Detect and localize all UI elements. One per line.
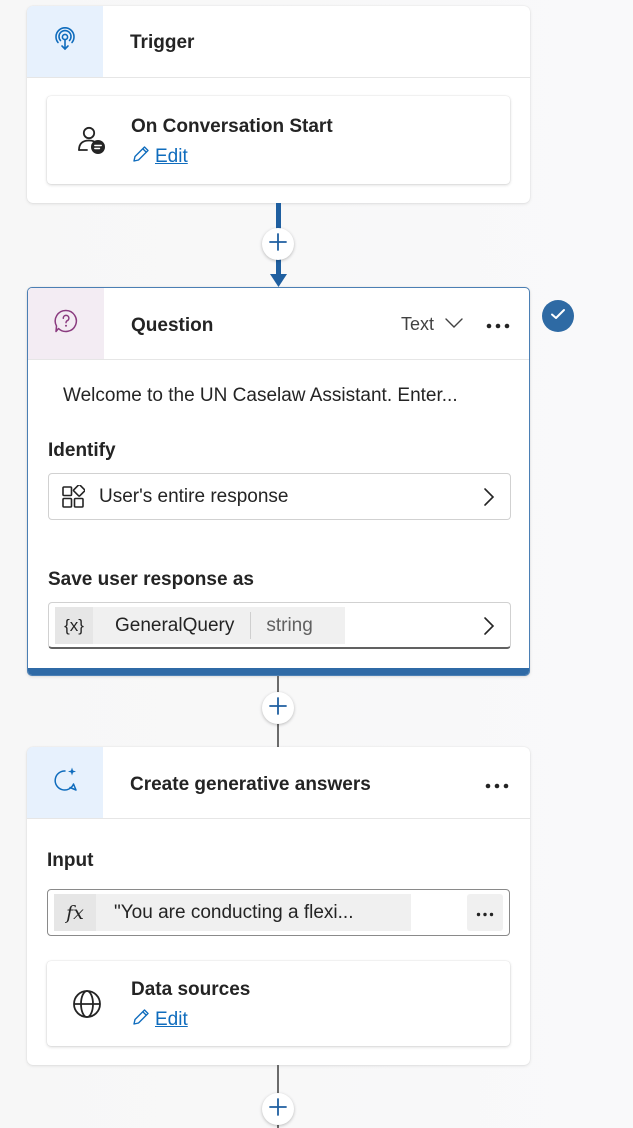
person-chat-icon [75, 123, 109, 157]
trigger-icon [52, 26, 78, 57]
question-card[interactable]: Question Text Welcome to the UN Caselaw … [27, 287, 530, 676]
data-sources-box[interactable]: Data sources Edit [47, 961, 510, 1046]
response-type-dropdown[interactable]: Text [401, 314, 464, 335]
generative-icon-tile [27, 747, 103, 818]
question-message[interactable]: Welcome to the UN Caselaw Assistant. Ent… [63, 385, 458, 407]
more-options-icon [486, 309, 510, 335]
save-variable-select[interactable]: {x} GeneralQuery string [48, 602, 511, 649]
generative-answers-card[interactable]: Create generative answers Input fx "You … [27, 747, 530, 1065]
question-icon-tile [28, 288, 104, 359]
plus-icon [268, 1097, 288, 1122]
add-node-button[interactable] [262, 228, 294, 260]
status-badge [542, 300, 574, 332]
identify-value: User's entire response [99, 486, 289, 507]
sparkle-chat-icon [51, 766, 79, 799]
more-options-icon [476, 904, 494, 922]
input-label: Input [47, 850, 94, 871]
variable-icon: {x} [55, 607, 93, 644]
trigger-card-header: Trigger [27, 6, 530, 78]
pencil-icon [131, 1007, 151, 1033]
identify-label: Identify [48, 440, 116, 461]
pencil-icon [131, 144, 151, 170]
variable-pill: {x} GeneralQuery string [55, 607, 345, 644]
question-title: Question [131, 315, 214, 336]
trigger-event-box[interactable]: On Conversation Start Edit [47, 96, 510, 184]
add-node-button[interactable] [262, 692, 294, 724]
trigger-card[interactable]: Trigger On Conversation Start Edit [27, 6, 530, 203]
chevron-right-icon [482, 615, 496, 642]
data-sources-edit-link[interactable]: Edit [131, 1007, 188, 1033]
trigger-edit-link[interactable]: Edit [131, 144, 188, 170]
globe-icon [70, 987, 104, 1021]
input-formula-value: "You are conducting a flexi... [114, 901, 354, 923]
generative-card-header: Create generative answers [27, 747, 530, 819]
plus-icon [268, 232, 288, 257]
more-options-icon [485, 769, 509, 795]
identify-select[interactable]: User's entire response [48, 473, 511, 520]
chevron-down-icon [444, 314, 464, 335]
data-sources-title: Data sources [131, 979, 251, 1000]
add-node-button[interactable] [262, 1093, 294, 1125]
save-response-label: Save user response as [48, 569, 254, 590]
question-bubble-icon [53, 308, 79, 339]
selected-indicator-bar [28, 668, 529, 675]
trigger-event-title: On Conversation Start [131, 116, 333, 137]
chevron-right-icon [482, 486, 496, 513]
check-icon [550, 307, 566, 326]
generative-more-button[interactable] [482, 770, 512, 794]
trigger-edit-label[interactable]: Edit [155, 146, 188, 168]
formula-pill: fx "You are conducting a flexi... [54, 894, 411, 931]
question-more-button[interactable] [483, 310, 513, 334]
formula-more-button[interactable] [467, 894, 503, 931]
entity-grid-icon [61, 483, 86, 514]
data-sources-edit-label[interactable]: Edit [155, 1009, 188, 1031]
question-card-header: Question Text [28, 288, 529, 360]
response-type-label: Text [401, 314, 435, 334]
variable-name: GeneralQuery [115, 614, 235, 636]
fx-icon: fx [54, 894, 96, 931]
trigger-title: Trigger [130, 32, 195, 53]
trigger-icon-tile [27, 6, 103, 77]
variable-type: string [266, 614, 313, 636]
generative-title: Create generative answers [130, 774, 371, 795]
input-formula-field[interactable]: fx "You are conducting a flexi... [47, 889, 510, 936]
plus-icon [268, 696, 288, 721]
